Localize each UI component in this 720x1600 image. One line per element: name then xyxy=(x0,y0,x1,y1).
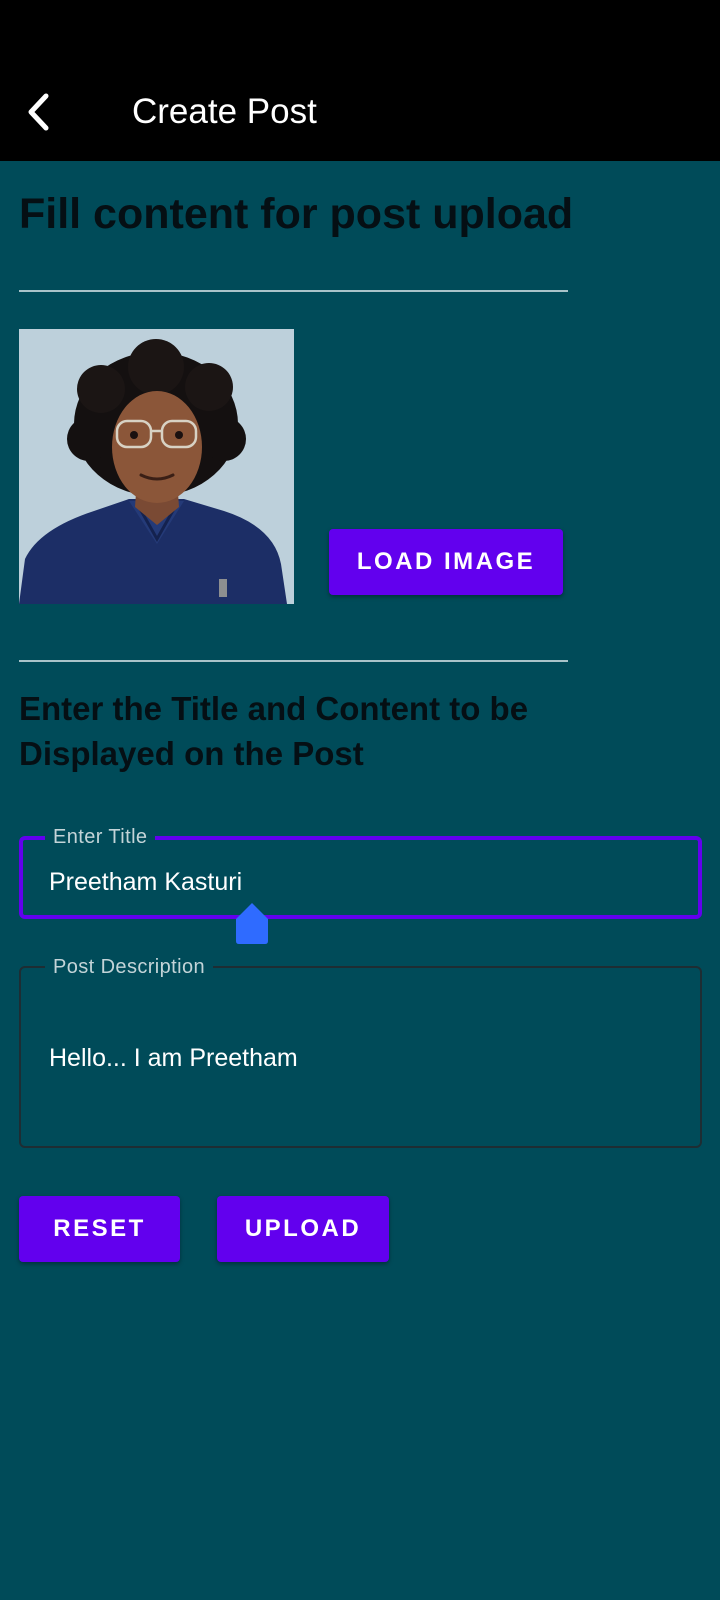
app-bar-title: Create Post xyxy=(132,92,317,131)
back-button[interactable] xyxy=(22,84,62,140)
image-preview xyxy=(19,329,294,604)
post-description-input[interactable]: Post Description Hello... I am Preetham xyxy=(19,954,702,1148)
reset-button[interactable]: RESET xyxy=(19,1196,180,1262)
text-cursor-handle[interactable] xyxy=(235,901,269,945)
title-input-label: Enter Title xyxy=(45,824,156,850)
portrait-photo xyxy=(19,329,294,604)
post-description-label: Post Description xyxy=(45,954,214,980)
load-image-button[interactable]: LOAD IMAGE xyxy=(329,529,563,595)
app-bar: Create Post xyxy=(0,0,720,161)
post-description-value[interactable]: Hello... I am Preetham xyxy=(49,1042,298,1074)
instruction-heading: Enter the Title and Content to be Displa… xyxy=(19,690,529,772)
create-post-screen: Create Post Fill content for post upload xyxy=(0,0,720,1600)
arrow-back-icon xyxy=(28,93,49,131)
section-heading: Fill content for post upload xyxy=(19,190,574,238)
upload-button[interactable]: UPLOAD xyxy=(217,1196,389,1262)
divider-bottom xyxy=(19,660,568,662)
cursor-handle-icon xyxy=(236,903,268,944)
title-input-value[interactable]: Preetham Kasturi xyxy=(49,866,242,898)
divider-top xyxy=(19,290,568,292)
title-input[interactable]: Enter Title Preetham Kasturi xyxy=(19,824,702,919)
